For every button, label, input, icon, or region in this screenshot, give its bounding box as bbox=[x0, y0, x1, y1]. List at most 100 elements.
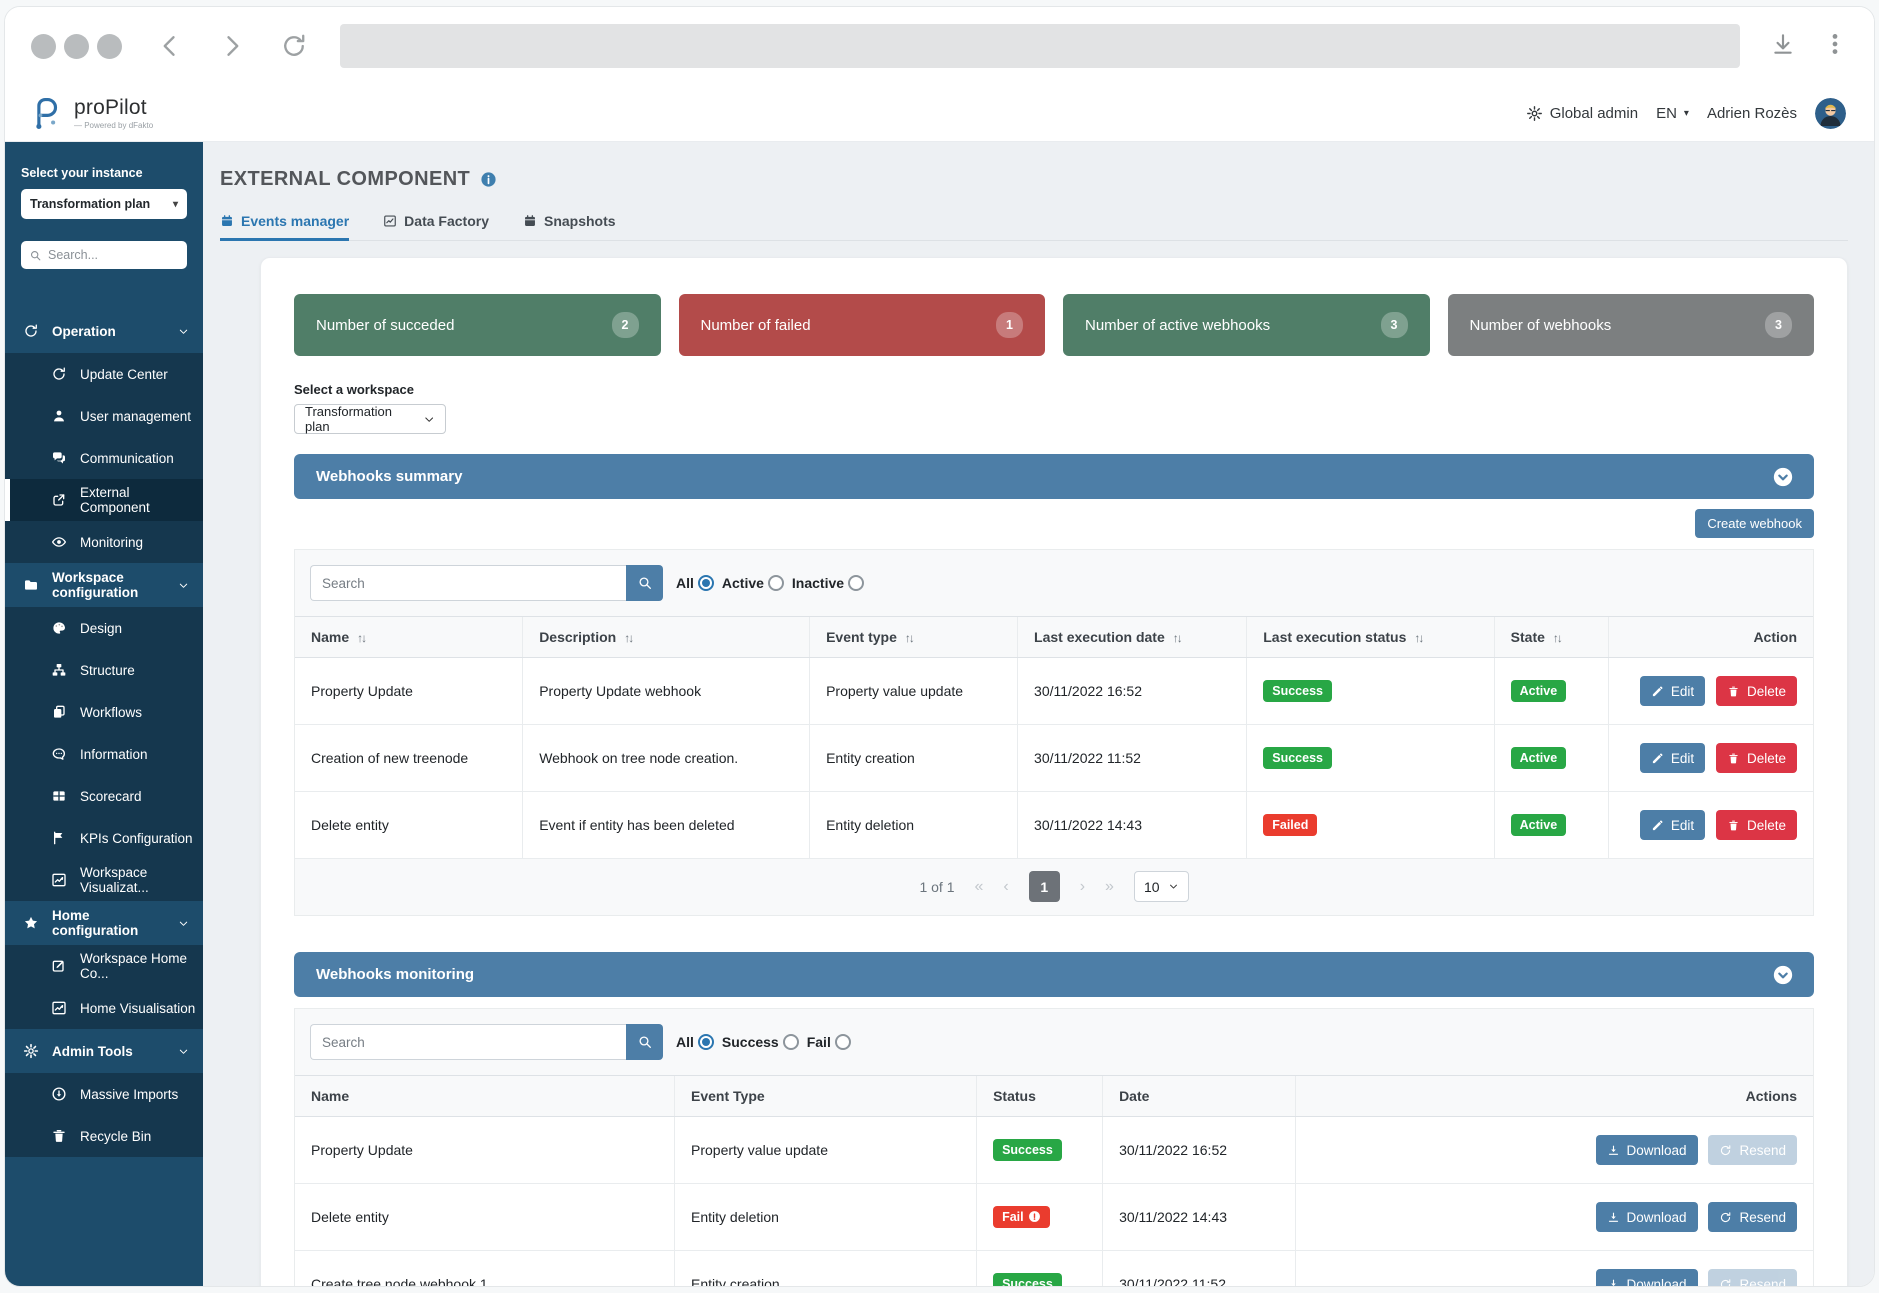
back-icon[interactable] bbox=[156, 32, 184, 60]
sidebar-item-kpis-configuration[interactable]: KPIs Configuration bbox=[5, 817, 203, 859]
filter-all[interactable]: All bbox=[676, 1034, 714, 1050]
sidebar-group-admin-tools[interactable]: Admin Tools bbox=[5, 1029, 203, 1073]
current-page-button[interactable]: 1 bbox=[1029, 871, 1060, 902]
tab-events-manager[interactable]: Events manager bbox=[220, 213, 349, 240]
reload-icon[interactable] bbox=[280, 32, 308, 60]
sidebar-item-external-component[interactable]: External Component bbox=[5, 479, 203, 521]
first-page-icon[interactable]: « bbox=[974, 878, 983, 896]
resend-button[interactable]: Resend bbox=[1708, 1202, 1797, 1232]
summary-search-input[interactable] bbox=[310, 565, 626, 601]
sidebar-group-home-configuration[interactable]: Home configuration bbox=[5, 901, 203, 945]
monitoring-search-button[interactable] bbox=[626, 1024, 663, 1060]
brand-logo[interactable]: proPilot — Powered by dFakto bbox=[27, 94, 153, 132]
avatar[interactable] bbox=[1815, 98, 1846, 129]
state-badge: Active bbox=[1511, 814, 1567, 836]
user-name[interactable]: Adrien Rozès bbox=[1707, 105, 1797, 122]
sidebar-search[interactable] bbox=[21, 241, 187, 269]
resend-button[interactable]: Resend bbox=[1708, 1269, 1797, 1287]
sidebar-item-monitoring[interactable]: Monitoring bbox=[5, 521, 203, 563]
download-page-icon[interactable] bbox=[1770, 31, 1796, 62]
tab-data-factory[interactable]: Data Factory bbox=[383, 213, 489, 240]
sidebar-group-operation[interactable]: Operation bbox=[5, 309, 203, 353]
info-icon[interactable] bbox=[480, 171, 497, 188]
delete-button[interactable]: Delete bbox=[1716, 810, 1797, 840]
stat-badge: 3 bbox=[1765, 312, 1792, 338]
edit-button[interactable]: Edit bbox=[1640, 676, 1705, 706]
traffic-light-dots bbox=[31, 34, 122, 59]
filter-success[interactable]: Success bbox=[722, 1034, 799, 1050]
filter-inactive[interactable]: Inactive bbox=[792, 575, 864, 591]
sidebar-item-user-management[interactable]: User management bbox=[5, 395, 203, 437]
sidebar-item-workspace-home-config[interactable]: Workspace Home Co... bbox=[5, 945, 203, 987]
sidebar-item-workspace-visualization[interactable]: Workspace Visualizat... bbox=[5, 859, 203, 901]
delete-button[interactable]: Delete bbox=[1716, 743, 1797, 773]
address-bar[interactable] bbox=[340, 24, 1740, 68]
resend-button[interactable]: Resend bbox=[1708, 1135, 1797, 1165]
collapse-chevron-icon[interactable] bbox=[1772, 466, 1794, 488]
sidebar-item-structure[interactable]: Structure bbox=[5, 649, 203, 691]
propilot-logo-icon bbox=[27, 94, 65, 132]
filter-fail[interactable]: Fail bbox=[807, 1034, 851, 1050]
tab-bar: Events manager Data Factory Snapshots bbox=[220, 213, 1848, 241]
instance-select[interactable]: Transformation plan▾ bbox=[21, 189, 187, 219]
download-button[interactable]: Download bbox=[1596, 1135, 1698, 1165]
workspace-select[interactable]: Transformation plan bbox=[294, 404, 446, 434]
brand-tagline: — Powered by dFakto bbox=[74, 121, 153, 130]
sidebar-item-recycle-bin[interactable]: Recycle Bin bbox=[5, 1115, 203, 1157]
col-last-execution-status[interactable]: Last execution status↑↓ bbox=[1247, 617, 1494, 658]
edit-button[interactable]: Edit bbox=[1640, 810, 1705, 840]
language-selector[interactable]: EN▾ bbox=[1656, 105, 1689, 122]
sidebar-item-information[interactable]: Information bbox=[5, 733, 203, 775]
stat-cards: Number of succeded2 Number of failed1 Nu… bbox=[294, 294, 1814, 356]
webhooks-summary-bar[interactable]: Webhooks summary bbox=[294, 454, 1814, 499]
calendar-icon bbox=[523, 214, 537, 228]
prev-page-icon[interactable]: ‹ bbox=[1003, 878, 1008, 896]
user-icon bbox=[51, 408, 67, 424]
trash-icon bbox=[1727, 685, 1740, 698]
delete-button[interactable]: Delete bbox=[1716, 676, 1797, 706]
sidebar-item-home-visualisation[interactable]: Home Visualisation bbox=[5, 987, 203, 1029]
collapse-chevron-icon[interactable] bbox=[1772, 964, 1794, 986]
next-page-icon[interactable]: › bbox=[1080, 878, 1085, 896]
page-size-select[interactable]: 10 bbox=[1134, 871, 1189, 902]
sidebar-search-input[interactable] bbox=[48, 248, 179, 262]
sidebar-item-communication[interactable]: Communication bbox=[5, 437, 203, 479]
sidebar-item-scorecard[interactable]: Scorecard bbox=[5, 775, 203, 817]
sort-icon: ↑↓ bbox=[1173, 631, 1181, 645]
sidebar-item-design[interactable]: Design bbox=[5, 607, 203, 649]
stat-badge: 1 bbox=[996, 312, 1023, 338]
filter-active[interactable]: Active bbox=[722, 575, 784, 591]
download-icon bbox=[1607, 1278, 1620, 1288]
window-dot bbox=[31, 34, 56, 59]
kebab-menu-icon[interactable] bbox=[1822, 31, 1848, 62]
download-button[interactable]: Download bbox=[1596, 1269, 1698, 1287]
last-page-icon[interactable]: » bbox=[1105, 878, 1114, 896]
forward-icon[interactable] bbox=[218, 32, 246, 60]
monitoring-search-input[interactable] bbox=[310, 1024, 626, 1060]
col-actions: Actions bbox=[1295, 1076, 1813, 1117]
sidebar-item-workflows[interactable]: Workflows bbox=[5, 691, 203, 733]
col-last-execution-date[interactable]: Last execution date↑↓ bbox=[1018, 617, 1247, 658]
radio-icon bbox=[848, 575, 864, 591]
tab-snapshots[interactable]: Snapshots bbox=[523, 213, 616, 240]
comment-icon bbox=[51, 746, 67, 762]
global-admin-menu[interactable]: Global admin bbox=[1526, 105, 1638, 122]
content-card: Number of succeded2 Number of failed1 Nu… bbox=[260, 257, 1848, 1287]
webhooks-monitoring-bar[interactable]: Webhooks monitoring bbox=[294, 952, 1814, 997]
chart-icon bbox=[51, 872, 67, 888]
col-name[interactable]: Name↑↓ bbox=[295, 617, 523, 658]
sidebar-group-workspace-configuration[interactable]: Workspace configuration bbox=[5, 563, 203, 607]
edit-button[interactable]: Edit bbox=[1640, 743, 1705, 773]
summary-search-button[interactable] bbox=[626, 565, 663, 601]
col-action: Action bbox=[1608, 617, 1813, 658]
col-event-type[interactable]: Event type↑↓ bbox=[810, 617, 1018, 658]
download-button[interactable]: Download bbox=[1596, 1202, 1698, 1232]
filter-all[interactable]: All bbox=[676, 575, 714, 591]
sidebar-item-update-center[interactable]: Update Center bbox=[5, 353, 203, 395]
sort-icon: ↑↓ bbox=[1414, 631, 1422, 645]
col-state[interactable]: State↑↓ bbox=[1494, 617, 1608, 658]
sidebar-item-massive-imports[interactable]: Massive Imports bbox=[5, 1073, 203, 1115]
pencil-icon bbox=[1651, 685, 1664, 698]
col-description[interactable]: Description↑↓ bbox=[523, 617, 810, 658]
create-webhook-button[interactable]: Create webhook bbox=[1695, 509, 1814, 538]
